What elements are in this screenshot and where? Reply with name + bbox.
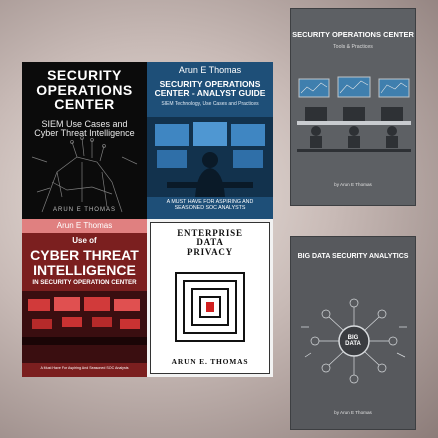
analyst-at-monitors-illustration [147, 117, 273, 197]
book-tagline: A MUST HAVE FOR ASPIRING AND SEASONED SO… [147, 199, 273, 211]
book-cover-big-data-security-analytics[interactable]: BIG DATA SECURITY ANALYTICS BIG DATA by … [290, 236, 416, 430]
control-room-illustration [297, 76, 411, 152]
book-author: by Arun E Thomas [334, 410, 372, 415]
tagline-line: SEASONED SOC ANALYSTS [174, 204, 246, 211]
center-label: BIG DATA [291, 335, 415, 348]
circuit-hand-illustration [31, 136, 138, 213]
book-tagline: A Must Have For Aspiring And Seasoned SO… [40, 366, 129, 370]
book-cover-soc-analyst-guide[interactable]: Arun E Thomas SECURITY OPERATIONS CENTER… [147, 62, 273, 219]
book-cover-enterprise-data-privacy[interactable]: ENTERPRISE DATA PRIVACY ARUN E. THOMAS [147, 219, 273, 377]
book-author: by Arun E Thomas [334, 182, 372, 187]
concentric-squares-illustration [175, 272, 245, 342]
book-author: ARUN E THOMAS [53, 207, 116, 213]
book-author: ARUN E. THOMAS [171, 357, 249, 366]
ops-room-illustration [22, 291, 147, 363]
center-label-line: DATA [345, 341, 361, 348]
book-cover-cyber-threat-intelligence[interactable]: Arun E Thomas Use of CYBER THREAT INTELL… [22, 219, 147, 377]
book-cover-soc-siem[interactable]: SECURITY OPERATIONS CENTER SIEM Use Case… [22, 62, 147, 219]
book-collection: { "books": [ { "title_lines": ["SECURITY… [0, 0, 438, 438]
big-data-network-illustration [301, 298, 407, 384]
book-cover-soc-tools-practices[interactable]: SECURITY OPERATIONS CENTER Tools & Pract… [290, 8, 416, 206]
